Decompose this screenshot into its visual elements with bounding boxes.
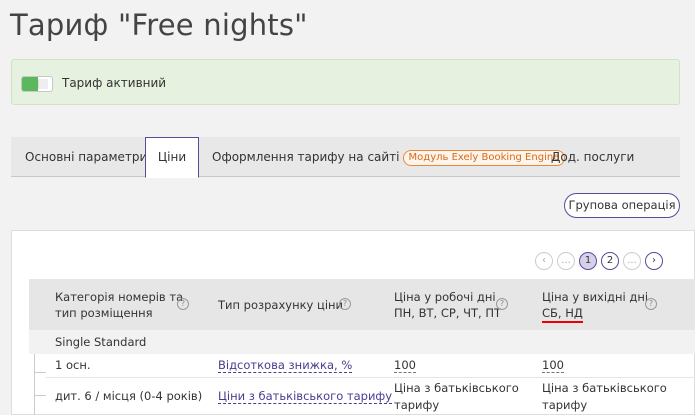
tree-line <box>34 354 35 415</box>
tree-branch <box>34 395 46 396</box>
tab-bar: Основні параметри Ціни Оформлення тарифу… <box>11 137 680 178</box>
tab-site-design[interactable]: Оформлення тарифу на сайті Модуль Exely B… <box>212 137 566 177</box>
help-icon[interactable]: ? <box>496 298 508 310</box>
toggle-knob <box>38 79 48 89</box>
header-text: Тип розрахунку ціни <box>218 298 344 312</box>
tab-label: Ціни <box>157 150 187 164</box>
header-weekday-price: Ціна у робочі дні ПН, ВТ, СР, ЧТ, ПТ <box>394 289 501 321</box>
help-icon[interactable]: ? <box>339 298 351 310</box>
header-calc-type: Тип розрахунку ціни <box>218 297 343 313</box>
pagination-ellipsis-end[interactable]: ... <box>623 252 641 270</box>
weekday-parent-price: Ціна з батьківського тарифу <box>394 380 519 414</box>
table-header: Категорія номерів та тип розміщення ? Ти… <box>29 279 695 330</box>
placement-main: 1 осн. <box>55 358 91 372</box>
tab-main-params[interactable]: Основні параметри <box>25 137 147 177</box>
tab-label: Основні параметри <box>25 150 148 164</box>
help-icon[interactable]: ? <box>645 298 657 310</box>
pagination-prev-button[interactable]: ‹ <box>535 252 553 270</box>
tab-extra-services[interactable]: Дод. послуги <box>551 137 634 177</box>
header-text: Ціна у робочі дні <box>394 290 496 304</box>
pagination-page-2[interactable]: 2 <box>601 252 619 270</box>
booking-engine-badge: Модуль Exely Booking Engine <box>402 150 566 166</box>
pagination-ellipsis[interactable]: ... <box>557 252 575 270</box>
placement-child: дит. 6 / місця (0-4 років) <box>55 389 203 403</box>
pagination-next-button[interactable]: › <box>645 252 663 270</box>
weekend-parent-price: Ціна з батьківського тарифу <box>542 380 667 414</box>
header-text: Ціна у вихідні дні <box>542 290 649 304</box>
weekend-days-highlight: СБ, НД <box>542 306 583 323</box>
tree-branch <box>34 372 46 373</box>
header-text: Категорія номерів та <box>55 290 184 304</box>
weekday-price-value[interactable]: 100 <box>394 358 416 373</box>
help-icon[interactable]: ? <box>177 298 189 310</box>
room-category-label: Single Standard <box>55 335 147 349</box>
cell-text: Ціна з батьківського <box>394 381 519 395</box>
tab-prices[interactable]: Ціни <box>145 137 199 178</box>
header-text: ПН, ВТ, СР, ЧТ, ПТ <box>394 306 501 320</box>
room-category-row: Single Standard <box>29 330 695 354</box>
cell-text: тарифу <box>394 398 440 412</box>
pagination-page-1[interactable]: 1 <box>579 252 597 270</box>
calc-type-link[interactable]: Відсоткова знижка, % <box>218 358 353 373</box>
cell-text: Ціна з батьківського <box>542 381 667 395</box>
tariff-active-toggle[interactable] <box>21 76 53 92</box>
tariff-status-panel: Тариф активний <box>11 59 680 105</box>
weekend-price-value[interactable]: 100 <box>542 358 564 373</box>
calc-type-link[interactable]: Ціни з батьківського тарифу <box>218 389 393 404</box>
row-divider <box>46 377 695 378</box>
header-text: тип розміщення <box>55 306 153 320</box>
tab-label: Дод. послуги <box>551 150 635 164</box>
tariff-active-label: Тариф активний <box>62 76 167 90</box>
header-category: Категорія номерів та тип розміщення <box>55 289 183 321</box>
header-weekend-price: Ціна у вихідні дні СБ, НД <box>542 289 649 323</box>
group-operation-button[interactable]: Групова операція <box>564 193 680 218</box>
toggle-on-indicator <box>22 77 38 91</box>
page-title: Тариф "Free nights" <box>10 8 308 42</box>
cell-text: тарифу <box>542 398 588 412</box>
tab-label: Оформлення тарифу на сайті <box>212 150 400 164</box>
